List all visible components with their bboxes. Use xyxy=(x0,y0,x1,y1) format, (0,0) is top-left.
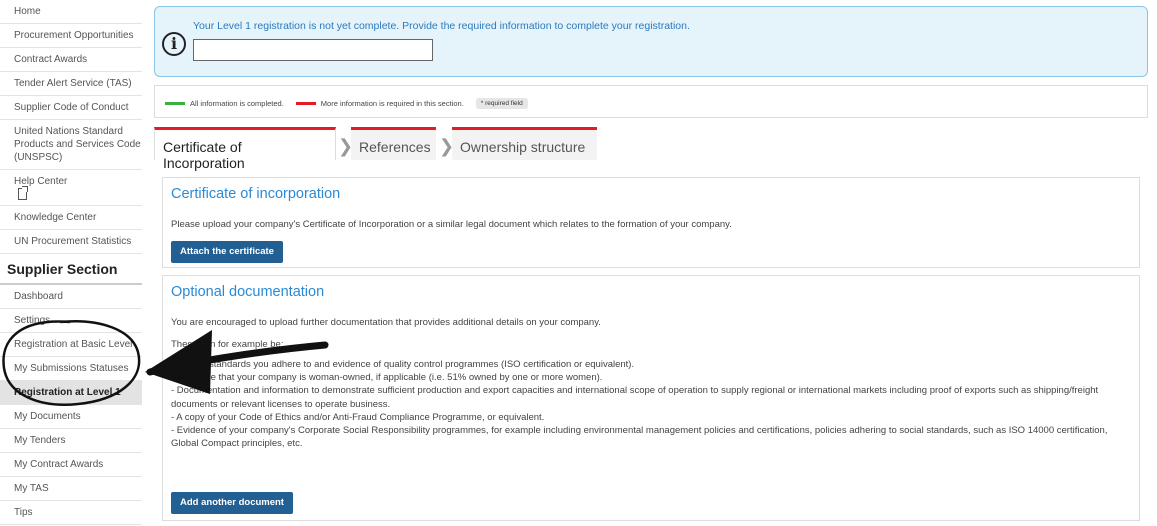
optional-list: - Quality standards you adhere to and ev… xyxy=(171,358,1133,450)
sidebar-item-label: United Nations Standard Products and Ser… xyxy=(14,126,141,163)
sidebar-item-united-nations-standard-products-and-services-code-unspsc[interactable]: United Nations Standard Products and Ser… xyxy=(0,120,142,170)
sidebar-item-label: My Documents xyxy=(14,411,81,422)
sidebar-item-home[interactable]: Home xyxy=(0,0,142,24)
sidebar-item-label: Help Center xyxy=(14,170,142,205)
sidebar-item-tender-alert-service-tas[interactable]: Tender Alert Service (TAS) xyxy=(0,72,142,96)
sidebar-item-label: Procurement Opportunities xyxy=(14,30,134,41)
sidebar-item-label: My Submissions Statuses xyxy=(14,363,129,374)
add-another-document-button[interactable]: Add another document xyxy=(171,492,293,514)
tab-certificate-of-incorporation[interactable]: Certificate of Incorporation xyxy=(154,127,336,171)
registration-alert: i Your Level 1 registration is not yet c… xyxy=(154,6,1148,77)
sidebar-item-help-center[interactable]: Help Center xyxy=(0,170,142,206)
sidebar-item-label: My Tenders xyxy=(14,435,66,446)
sidebar-item-tips[interactable]: Tips xyxy=(0,501,142,525)
sidebar-item-my-tas[interactable]: My TAS xyxy=(0,477,142,501)
sidebar-item-label: Dashboard xyxy=(14,291,63,302)
sidebar-item-label: Registration at Basic Level xyxy=(14,339,133,350)
sidebar-item-label: Home xyxy=(14,6,41,17)
sidebar-item-settings[interactable]: Settings xyxy=(0,309,142,333)
sidebar-item-label: Tips xyxy=(14,507,33,518)
required-field-badge: * required field xyxy=(475,98,528,109)
external-link-icon xyxy=(18,186,28,200)
sidebar-item-label: My Contract Awards xyxy=(14,459,104,470)
complete-line-icon xyxy=(165,102,185,105)
list-item: - Quality standards you adhere to and ev… xyxy=(171,359,635,370)
legend-incomplete-text: More information is required in this sec… xyxy=(320,99,464,108)
tab-ownership-structure[interactable]: Ownership structure xyxy=(452,127,597,160)
tab-references[interactable]: References xyxy=(351,127,436,160)
sidebar-item-label: My TAS xyxy=(14,483,49,494)
sidebar-item-my-contract-awards[interactable]: My Contract Awards xyxy=(0,453,142,477)
registration-tabs: Certificate of Incorporation ❯ Reference… xyxy=(154,127,1148,171)
certificate-description: Please upload your company's Certificate… xyxy=(171,219,732,230)
sidebar-item-my-documents[interactable]: My Documents xyxy=(0,405,142,429)
alert-message: Your Level 1 registration is not yet com… xyxy=(193,20,690,32)
list-item: - A copy of your Code of Ethics and/or A… xyxy=(171,411,545,423)
sidebar-item-label: Tender Alert Service (TAS) xyxy=(14,78,132,89)
optional-example-label: These can for example be: xyxy=(171,339,284,350)
sidebar: Home Procurement Opportunities Contract Aw… xyxy=(0,0,148,526)
attach-certificate-button[interactable]: Attach the certificate xyxy=(171,241,283,263)
sidebar-item-procurement-opportunities[interactable]: Procurement Opportunities xyxy=(0,24,142,48)
certificate-title: Certificate of incorporation xyxy=(171,186,341,202)
sidebar-item-label: Contract Awards xyxy=(14,54,88,65)
sidebar-item-knowledge-center[interactable]: Knowledge Center xyxy=(0,206,142,230)
sidebar-item-my-tenders[interactable]: My Tenders xyxy=(0,429,142,453)
sidebar-item-label: Registration at Level 1 xyxy=(14,387,121,398)
sidebar-item-label: Supplier Code of Conduct xyxy=(14,102,129,113)
sidebar-item-contract-awards[interactable]: Contract Awards xyxy=(0,48,142,72)
sidebar-item-my-submissions-statuses[interactable]: My Submissions Statuses xyxy=(0,357,142,381)
sidebar-item-label: UN Procurement Statistics xyxy=(14,236,132,247)
list-item: - Evidence of your company's Corporate S… xyxy=(171,425,1108,450)
certificate-panel: Certificate of incorporation Please uplo… xyxy=(162,177,1140,268)
list-item: - Evidence that your company is woman-ow… xyxy=(171,372,603,384)
optional-documentation-panel: Optional documentation You are encourage… xyxy=(162,275,1140,521)
optional-title: Optional documentation xyxy=(171,284,325,300)
sidebar-item-supplier-code-of-conduct[interactable]: Supplier Code of Conduct xyxy=(0,96,142,120)
optional-intro: You are encouraged to upload further doc… xyxy=(171,317,601,328)
sidebar-item-un-procurement-statistics[interactable]: UN Procurement Statistics xyxy=(0,230,142,254)
incomplete-line-icon xyxy=(295,102,316,105)
sidebar-item-registration-at-basic-level[interactable]: Registration at Basic Level xyxy=(0,333,142,357)
sidebar-item-dashboard[interactable]: Dashboard xyxy=(0,285,142,309)
sidebar-item-label: Settings xyxy=(14,315,51,326)
alert-input-field[interactable] xyxy=(193,39,433,61)
sidebar-item-label: Knowledge Center xyxy=(14,212,97,223)
sidebar-item-registration-at-level-1[interactable]: Registration at Level 1 xyxy=(0,381,142,405)
info-icon: i xyxy=(162,32,186,56)
supplier-section-heading: Supplier Section xyxy=(0,254,142,285)
list-item: - Documentation and information to demon… xyxy=(171,385,1099,410)
legend-complete-text: All information is completed. xyxy=(190,99,284,108)
status-legend: All information is completed. More infor… xyxy=(154,85,1148,118)
